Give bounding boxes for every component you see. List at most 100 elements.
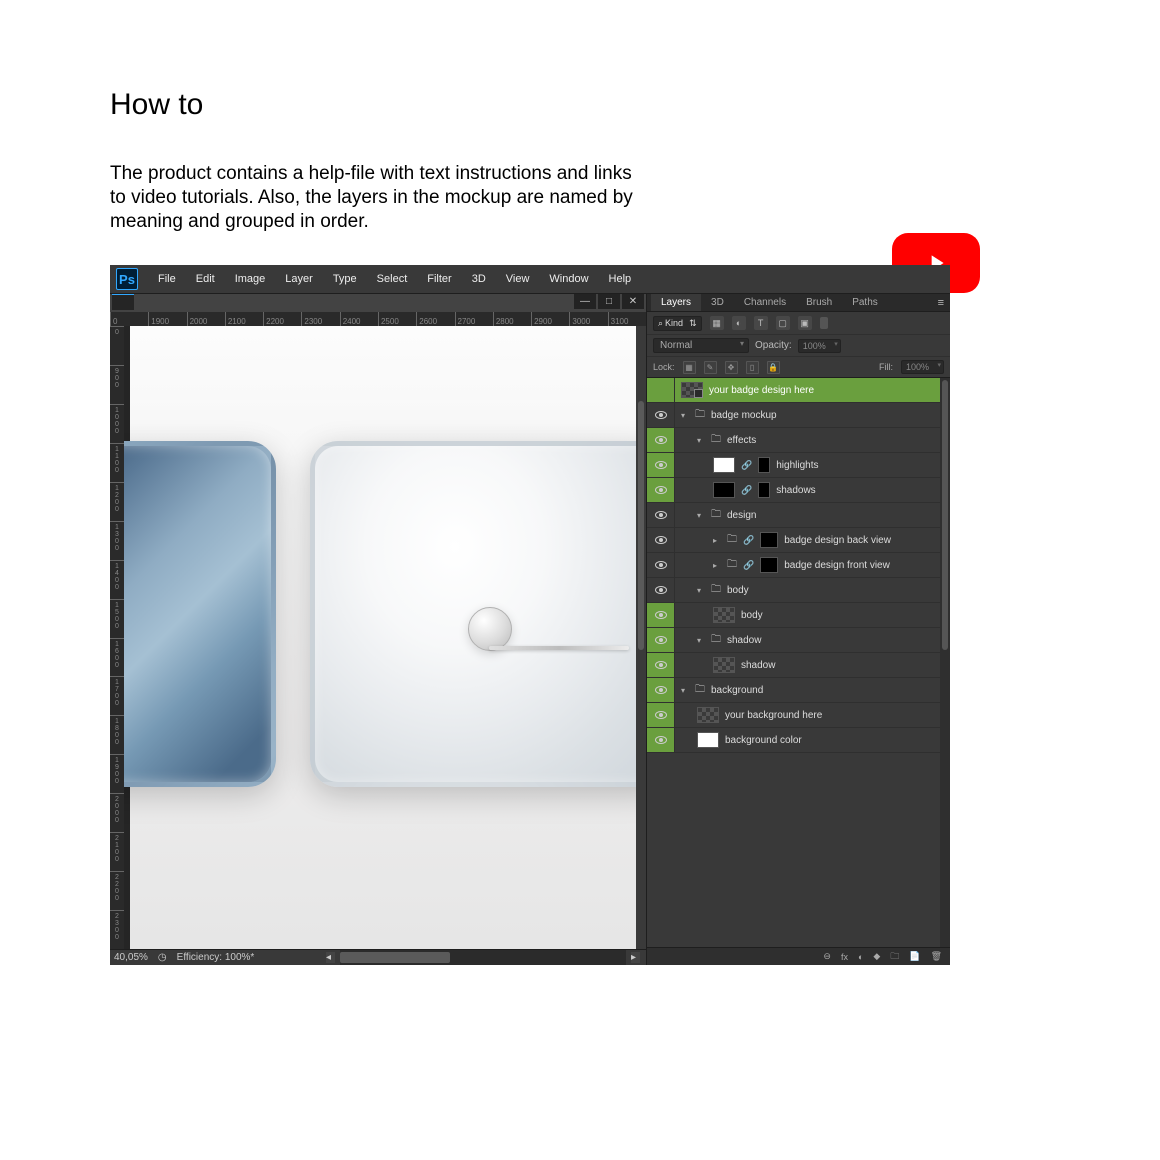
folder-icon: 🗀 xyxy=(695,407,705,424)
menu-file[interactable]: File xyxy=(148,273,186,285)
lock-all-icon[interactable]: 🔒 xyxy=(767,361,780,374)
layer-name: your badge design here xyxy=(709,385,814,396)
panel-tab-layers[interactable]: Layers xyxy=(651,294,701,311)
opacity-input[interactable]: 100% xyxy=(798,339,841,353)
menu-window[interactable]: Window xyxy=(539,273,598,285)
layers-scrollbar[interactable] xyxy=(940,378,950,947)
canvas-scrollbar-vertical[interactable] xyxy=(636,326,646,949)
panel-menu-icon[interactable]: ≡ xyxy=(932,297,950,309)
layer-row[interactable]: shadow xyxy=(647,653,940,678)
disclosure-icon[interactable] xyxy=(713,536,721,545)
disclosure-icon[interactable] xyxy=(697,586,705,595)
filter-toggle-icon[interactable] xyxy=(820,317,828,329)
visibility-toggle[interactable] xyxy=(647,378,675,402)
visibility-toggle[interactable] xyxy=(647,728,675,752)
menu-image[interactable]: Image xyxy=(225,273,276,285)
lock-position-icon[interactable]: ✥ xyxy=(725,361,738,374)
folder-icon: 🗀 xyxy=(711,507,721,524)
disclosure-icon[interactable] xyxy=(681,686,689,695)
layer-row[interactable]: 🔗shadows xyxy=(647,478,940,503)
visibility-toggle[interactable] xyxy=(647,503,675,527)
ruler-vertical: 0900100011001200130014001500160017001800… xyxy=(110,326,124,949)
photoshop-window: Ps FileEditImageLayerTypeSelectFilter3DV… xyxy=(110,265,950,965)
panel-tab-paths[interactable]: Paths xyxy=(842,294,888,311)
layer-row[interactable]: 🗀 badge mockup xyxy=(647,403,940,428)
menu-select[interactable]: Select xyxy=(367,273,418,285)
layer-action-icon[interactable]: fx xyxy=(841,952,848,962)
layer-row[interactable]: your background here xyxy=(647,703,940,728)
folder-icon: 🗀 xyxy=(727,532,737,549)
layer-name: body xyxy=(741,610,763,621)
eye-icon xyxy=(655,661,667,669)
disclosure-icon[interactable] xyxy=(713,561,721,570)
lock-pixels-icon[interactable]: ✎ xyxy=(704,361,717,374)
mask-thumbnail xyxy=(758,482,770,498)
lock-artboard-icon[interactable]: ▯ xyxy=(746,361,759,374)
filter-adjustment-icon[interactable]: ◐ xyxy=(732,316,746,330)
layer-action-icon[interactable]: ⊖ xyxy=(823,951,831,962)
visibility-toggle[interactable] xyxy=(647,703,675,727)
filter-shape-icon[interactable]: ▢ xyxy=(776,316,790,330)
layer-action-icon[interactable]: ◆ xyxy=(873,951,880,962)
layer-row[interactable]: 🗀🔗badge design back view xyxy=(647,528,940,553)
layer-action-icon[interactable]: 🗀 xyxy=(890,949,899,965)
menu-3d[interactable]: 3D xyxy=(462,273,496,285)
link-icon: 🔗 xyxy=(741,460,752,471)
visibility-toggle[interactable] xyxy=(647,653,675,677)
layer-row[interactable]: 🗀shadow xyxy=(647,628,940,653)
visibility-toggle[interactable] xyxy=(647,628,675,652)
panel-tab-channels[interactable]: Channels xyxy=(734,294,796,311)
eye-icon xyxy=(655,461,667,469)
visibility-toggle[interactable] xyxy=(647,428,675,452)
layer-row[interactable]: 🗀🔗badge design front view xyxy=(647,553,940,578)
maximize-button[interactable]: □ xyxy=(598,294,620,309)
layer-row[interactable]: 🔗highlights xyxy=(647,453,940,478)
layer-name: body xyxy=(727,585,749,596)
menu-edit[interactable]: Edit xyxy=(186,273,225,285)
lock-transparency-icon[interactable]: ▦ xyxy=(683,361,696,374)
layer-row[interactable]: 🗀body xyxy=(647,578,940,603)
filter-kind-select[interactable]: ⌕Kind⇅ xyxy=(653,316,702,331)
menu-filter[interactable]: Filter xyxy=(417,273,461,285)
layer-row[interactable]: 🗀background xyxy=(647,678,940,703)
visibility-toggle[interactable] xyxy=(647,678,675,702)
status-bar: 40,05% ◷ Efficiency: 100%* ◂▸ xyxy=(110,949,646,965)
disclosure-icon[interactable] xyxy=(681,411,689,420)
filter-smart-icon[interactable]: ▣ xyxy=(798,316,812,330)
layer-action-icon[interactable]: ◐ xyxy=(858,952,863,962)
layer-row[interactable]: your badge design here xyxy=(647,378,940,403)
disclosure-icon[interactable] xyxy=(697,436,705,445)
layer-action-icon[interactable]: 🗑 xyxy=(931,951,942,962)
disclosure-icon[interactable] xyxy=(697,511,705,520)
canvas[interactable] xyxy=(124,326,646,949)
canvas-scrollbar-horizontal[interactable]: ◂▸ xyxy=(340,950,626,965)
menu-help[interactable]: Help xyxy=(599,273,642,285)
visibility-toggle[interactable] xyxy=(647,578,675,602)
close-button[interactable]: ✕ xyxy=(622,294,644,309)
filter-type-icon[interactable]: T xyxy=(754,316,768,330)
blend-mode-select[interactable]: Normal xyxy=(653,338,749,353)
folder-icon: 🗀 xyxy=(711,432,721,449)
disclosure-icon[interactable] xyxy=(697,636,705,645)
visibility-toggle[interactable] xyxy=(647,603,675,627)
layer-row[interactable]: body xyxy=(647,603,940,628)
menu-layer[interactable]: Layer xyxy=(275,273,323,285)
minimize-button[interactable]: — xyxy=(574,294,596,309)
layer-name: badge mockup xyxy=(711,410,777,421)
layer-row[interactable]: 🗀effects xyxy=(647,428,940,453)
layer-action-icon[interactable]: 📄 xyxy=(909,951,920,962)
menu-view[interactable]: View xyxy=(496,273,540,285)
visibility-toggle[interactable] xyxy=(647,528,675,552)
layer-row[interactable]: background color xyxy=(647,728,940,753)
visibility-toggle[interactable] xyxy=(647,453,675,477)
panel-tab-3d[interactable]: 3D xyxy=(701,294,734,311)
visibility-toggle[interactable] xyxy=(647,553,675,577)
visibility-toggle[interactable] xyxy=(647,403,675,427)
document-tab[interactable] xyxy=(112,294,134,310)
fill-input[interactable]: 100% xyxy=(901,360,944,374)
visibility-toggle[interactable] xyxy=(647,478,675,502)
layer-row[interactable]: 🗀design xyxy=(647,503,940,528)
panel-tab-brush[interactable]: Brush xyxy=(796,294,842,311)
menu-type[interactable]: Type xyxy=(323,273,367,285)
filter-image-icon[interactable]: ▦ xyxy=(710,316,724,330)
